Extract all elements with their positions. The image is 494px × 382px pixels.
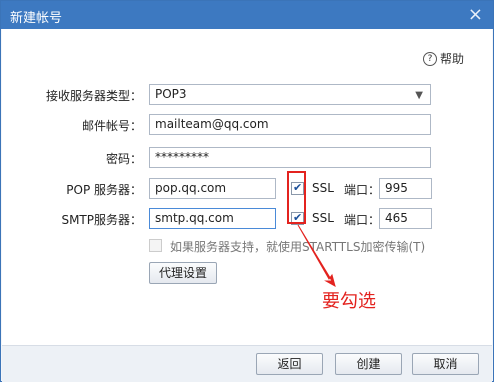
annotation-arrow-icon bbox=[297, 224, 336, 287]
email-input[interactable]: mailteam@qq.com bbox=[149, 114, 431, 135]
password-label: 密码： bbox=[105, 152, 142, 166]
dialog-footer: 返回 创建 取消 bbox=[2, 345, 492, 382]
help-link[interactable]: ? 帮助 bbox=[422, 50, 464, 67]
server-type-value: POP3 bbox=[155, 87, 187, 101]
password-input[interactable]: ********* bbox=[149, 147, 431, 168]
pop-server-label: POP 服务器： bbox=[66, 183, 142, 197]
title-bar: 新建帐号 × bbox=[1, 1, 493, 29]
help-label: 帮助 bbox=[439, 52, 464, 66]
cancel-button[interactable]: 取消 bbox=[412, 353, 479, 375]
smtp-server-label: SMTP服务器： bbox=[61, 213, 142, 227]
create-button[interactable]: 创建 bbox=[335, 353, 402, 375]
ssl-highlight-box bbox=[287, 171, 306, 224]
new-account-dialog: 新建帐号 × ? 帮助 接收服务器类型： POP3 ▼ 邮件帐号： mailte… bbox=[0, 0, 494, 382]
close-icon[interactable]: × bbox=[468, 4, 483, 25]
smtp-port-input[interactable]: 465 bbox=[379, 208, 432, 229]
server-type-select[interactable]: POP3 ▼ bbox=[149, 84, 431, 105]
smtp-server-input[interactable]: smtp.qq.com bbox=[149, 208, 276, 229]
smtp-port-label: 端口： bbox=[344, 213, 381, 227]
help-icon: ? bbox=[422, 51, 437, 66]
pop-server-input[interactable]: pop.qq.com bbox=[149, 178, 276, 199]
server-type-label: 接收服务器类型： bbox=[45, 89, 142, 103]
pop-port-input[interactable]: 995 bbox=[379, 178, 432, 199]
back-button[interactable]: 返回 bbox=[256, 353, 323, 375]
pop-ssl-label: SSL bbox=[312, 181, 334, 195]
dialog-content: ? 帮助 接收服务器类型： POP3 ▼ 邮件帐号： mailteam@qq.c… bbox=[2, 29, 492, 345]
window-title: 新建帐号 bbox=[10, 11, 63, 26]
annotation-text: 要勾选 bbox=[322, 291, 376, 312]
chevron-down-icon: ▼ bbox=[415, 90, 423, 101]
pop-port-label: 端口： bbox=[344, 183, 381, 197]
starttls-checkbox[interactable] bbox=[149, 239, 162, 252]
email-label: 邮件帐号： bbox=[81, 119, 142, 133]
proxy-settings-button[interactable]: 代理设置 bbox=[149, 262, 217, 284]
